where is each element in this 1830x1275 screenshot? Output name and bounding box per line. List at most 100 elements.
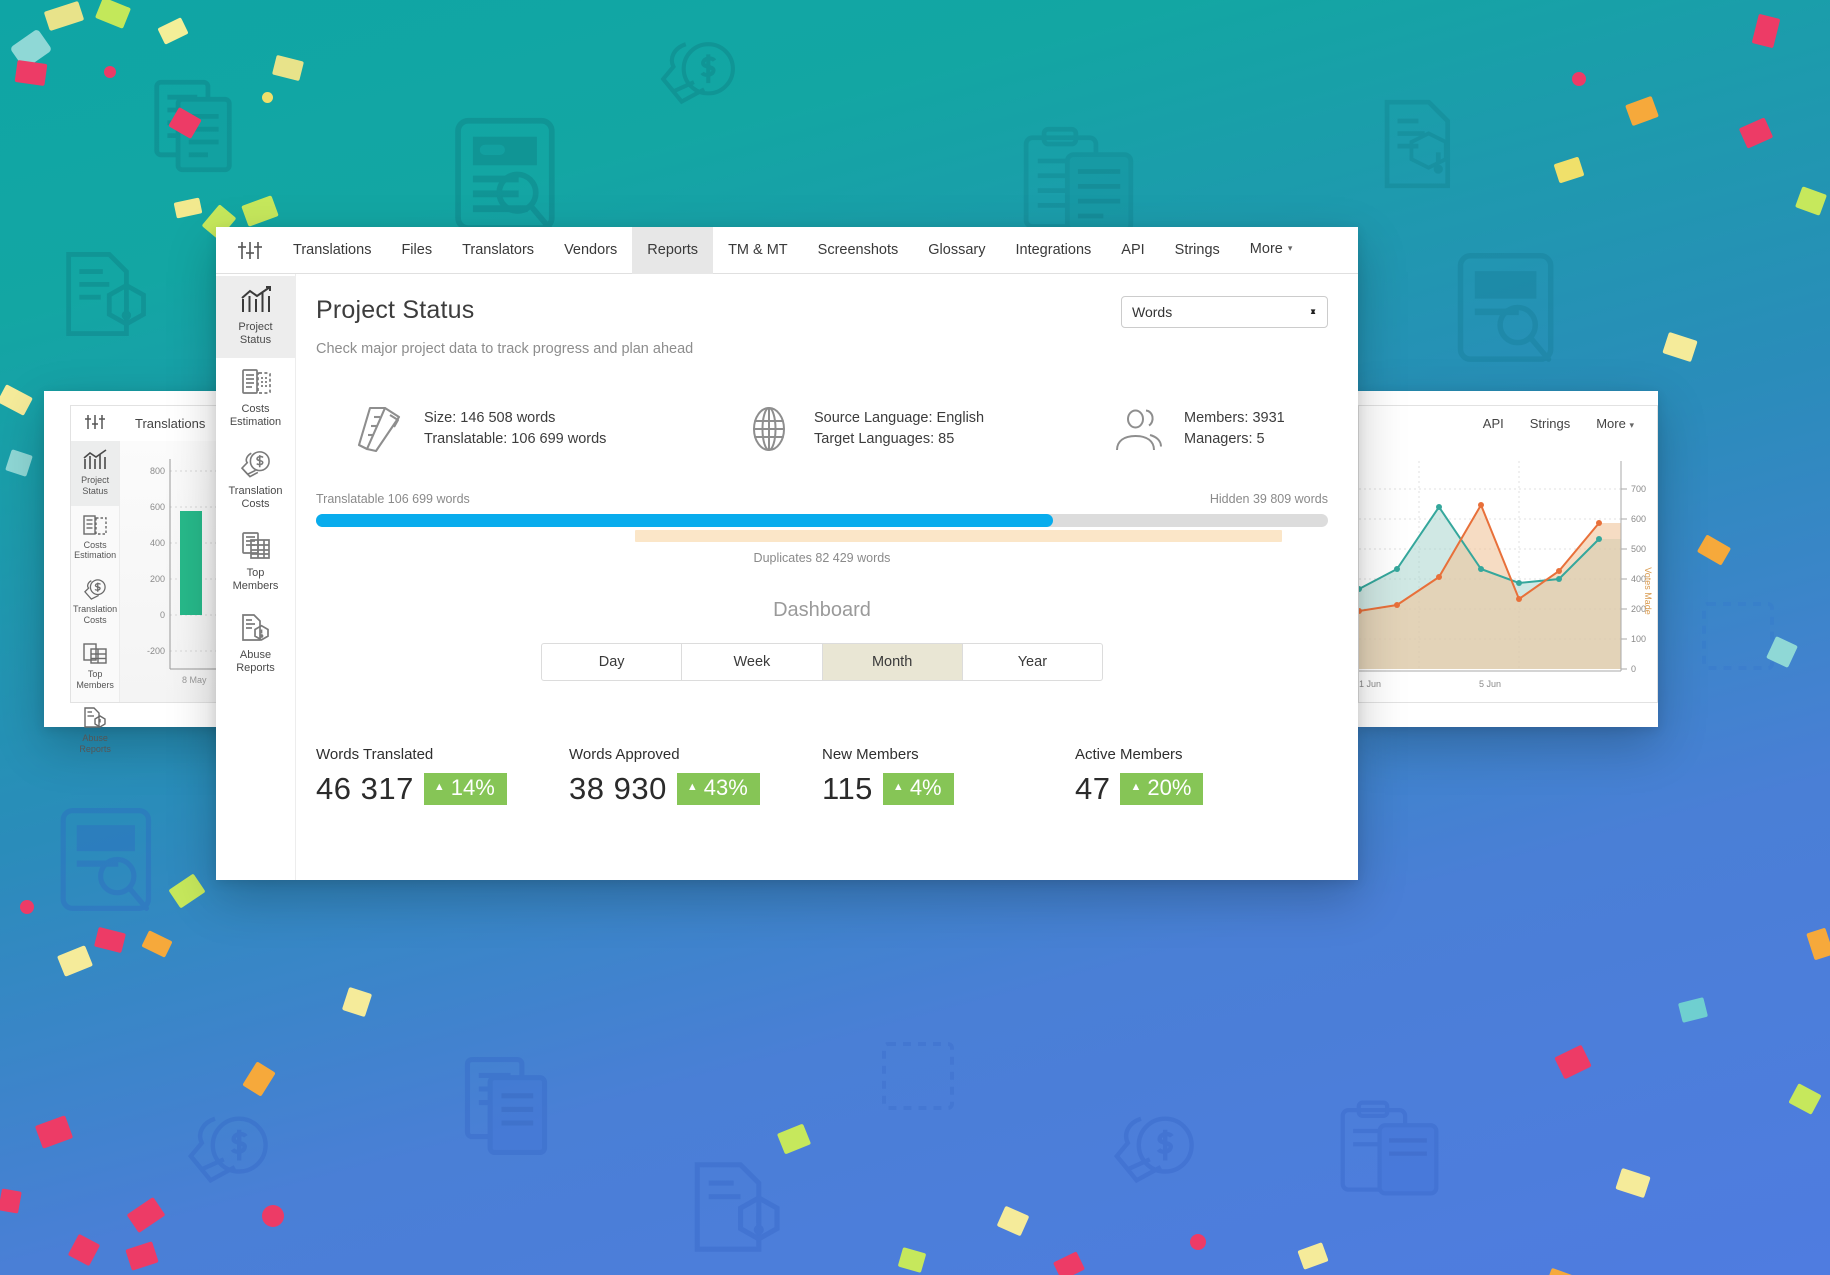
kpi-new-members: New Members 115 ▲ 4% bbox=[822, 746, 1075, 807]
sidebar-item-label: Reports bbox=[236, 661, 275, 674]
label: Costs bbox=[83, 614, 107, 625]
reports-sidebar: Project Status Costs Estimation Translat… bbox=[216, 274, 296, 880]
range-tab-week[interactable]: Week bbox=[682, 644, 823, 680]
sidebar-item-label: Top bbox=[246, 566, 265, 579]
tab-translators[interactable]: Translators bbox=[447, 227, 549, 274]
tab-vendors[interactable]: Vendors bbox=[549, 227, 632, 274]
left-sidebar-item-abuse-reports[interactable]: Abuse Reports bbox=[71, 699, 119, 764]
summary-languages: Source Language: English Target Language… bbox=[738, 405, 1108, 453]
summary-size-line1: Size: 146 508 words bbox=[424, 409, 556, 426]
tab-reports[interactable]: Reports bbox=[632, 226, 714, 274]
documents-table-icon bbox=[73, 643, 117, 667]
kpi-delta-badge: ▲ 20% bbox=[1120, 773, 1204, 805]
summary-members: Members: 3931 Managers: 5 bbox=[1108, 405, 1285, 453]
page-title: Project Status bbox=[316, 296, 475, 324]
svg-text:700: 700 bbox=[1631, 484, 1646, 494]
sidebar-item-label: Costs bbox=[241, 402, 270, 415]
progress-left-label: Translatable 106 699 words bbox=[316, 492, 470, 506]
sidebar-item-label: Translation bbox=[228, 484, 283, 497]
tab-integrations[interactable]: Integrations bbox=[1001, 227, 1107, 274]
kpi-delta-value: 20% bbox=[1147, 775, 1192, 800]
tab-api[interactable]: API bbox=[1106, 227, 1159, 274]
right-tab-strings[interactable]: Strings bbox=[1517, 416, 1583, 431]
left-sidebar-item-costs-estimation[interactable]: Costs Estimation bbox=[71, 506, 119, 571]
duplicates-bar bbox=[634, 530, 1283, 542]
sidebar-item-abuse-reports[interactable]: Abuse Reports bbox=[216, 604, 295, 686]
main-tabbar: Translations Files Translators Vendors R… bbox=[216, 226, 1358, 274]
kpi-row: Words Translated 46 317 ▲ 14% Words Appr… bbox=[316, 746, 1328, 807]
sliders-icon[interactable] bbox=[71, 414, 119, 433]
tab-strings[interactable]: Strings bbox=[1160, 227, 1235, 274]
left-sidebar-item-translation-costs[interactable]: Translation Costs bbox=[71, 570, 119, 635]
kpi-label: Words Approved bbox=[569, 746, 680, 763]
dashboard-range-tabs: Day Week Month Year bbox=[541, 643, 1103, 681]
documents-dashed-icon bbox=[73, 514, 117, 538]
members-icon bbox=[1108, 406, 1170, 452]
kpi-delta-badge: ▲ 14% bbox=[423, 773, 507, 805]
sidebar-item-costs-estimation[interactable]: Costs Estimation bbox=[216, 358, 295, 440]
tab-files[interactable]: Files bbox=[386, 227, 447, 274]
tab-screenshots[interactable]: Screenshots bbox=[803, 227, 914, 274]
svg-text:5 Jun: 5 Jun bbox=[1479, 679, 1501, 689]
bar-chart-trend-icon bbox=[219, 286, 292, 316]
tab-tm-mt[interactable]: TM & MT bbox=[713, 227, 803, 274]
tab-more[interactable]: More ▾ bbox=[1235, 226, 1308, 274]
left-tab-translations[interactable]: Translations bbox=[119, 416, 221, 431]
background-window-right: API Strings More ▾ 700 600 500 400 200 1… bbox=[1358, 391, 1658, 727]
unit-select[interactable]: Words ▲ ▼ bbox=[1121, 296, 1328, 328]
right-window-chart: 700 600 500 400 200 100 0 Votes Made 1 Jun 5 J… bbox=[1358, 441, 1658, 703]
kpi-value: 115 bbox=[822, 771, 873, 806]
svg-text:0: 0 bbox=[1631, 664, 1636, 674]
range-tab-year[interactable]: Year bbox=[963, 644, 1102, 680]
kpi-delta-badge: ▲ 4% bbox=[882, 773, 954, 805]
svg-text:Votes Made: Votes Made bbox=[1643, 567, 1653, 615]
documents-table-icon bbox=[219, 531, 292, 562]
range-tab-month[interactable]: Month bbox=[822, 644, 963, 680]
sidebar-item-top-members[interactable]: Top Members bbox=[216, 522, 295, 604]
svg-text:100: 100 bbox=[1631, 634, 1646, 644]
sidebar-item-project-status[interactable]: Project Status bbox=[216, 276, 295, 358]
right-tab-more[interactable]: More ▾ bbox=[1583, 416, 1647, 431]
kpi-active-members: Active Members 47 ▲ 20% bbox=[1075, 746, 1328, 807]
left-window-sidebar: Project Status Costs Estimation Translat… bbox=[71, 441, 121, 754]
kpi-delta-value: 14% bbox=[450, 775, 495, 800]
svg-text:1 Jun: 1 Jun bbox=[1359, 679, 1381, 689]
dashboard-title: Dashboard bbox=[773, 599, 871, 621]
summary-size-line2: Translatable: 106 699 words bbox=[424, 431, 607, 447]
globe-icon bbox=[738, 405, 800, 453]
label: More bbox=[1596, 416, 1626, 431]
summary-lang-line1: Source Language: English bbox=[814, 409, 985, 426]
triangle-up-icon: ▲ bbox=[686, 780, 698, 793]
svg-text:200: 200 bbox=[150, 574, 165, 584]
sliders-icon[interactable] bbox=[220, 241, 278, 259]
label: Status bbox=[82, 485, 108, 496]
sidebar-item-label: Abuse bbox=[239, 648, 272, 661]
svg-text:500: 500 bbox=[1631, 544, 1646, 554]
triangle-up-icon: ▲ bbox=[433, 780, 445, 793]
triangle-up-icon: ▲ bbox=[1130, 780, 1142, 793]
tab-more-label: More bbox=[1249, 241, 1283, 257]
project-summary: Size: 146 508 words Translatable: 106 69… bbox=[316, 405, 1328, 453]
progress-right-label: Hidden 39 809 words bbox=[1209, 492, 1328, 506]
kpi-value: 46 317 bbox=[316, 771, 414, 806]
documents-dashed-icon bbox=[219, 368, 292, 398]
right-tab-api[interactable]: API bbox=[1470, 416, 1517, 431]
right-window-tabbar: API Strings More ▾ bbox=[1358, 405, 1658, 441]
triangle-up-icon: ▲ bbox=[892, 780, 904, 793]
svg-text:800: 800 bbox=[150, 466, 165, 476]
sidebar-item-translation-costs[interactable]: Translation Costs bbox=[216, 440, 295, 522]
report-content: Project Status Check major project data … bbox=[296, 274, 1358, 880]
kpi-value: 38 930 bbox=[569, 771, 667, 806]
sidebar-item-label: Status bbox=[239, 333, 272, 346]
summary-size: Size: 146 508 words Translatable: 106 69… bbox=[348, 405, 738, 453]
svg-text:600: 600 bbox=[150, 502, 165, 512]
left-sidebar-item-project-status[interactable]: Project Status bbox=[71, 441, 120, 506]
tab-translations[interactable]: Translations bbox=[278, 227, 386, 274]
main-window: Translations Files Translators Vendors R… bbox=[216, 226, 1358, 880]
kpi-value: 47 bbox=[1075, 771, 1111, 806]
left-sidebar-item-top-members[interactable]: Top Members bbox=[71, 635, 119, 700]
range-tab-day[interactable]: Day bbox=[542, 644, 683, 680]
kpi-label: Active Members bbox=[1075, 746, 1183, 763]
tab-glossary[interactable]: Glossary bbox=[913, 227, 1000, 274]
label: Reports bbox=[79, 744, 111, 755]
